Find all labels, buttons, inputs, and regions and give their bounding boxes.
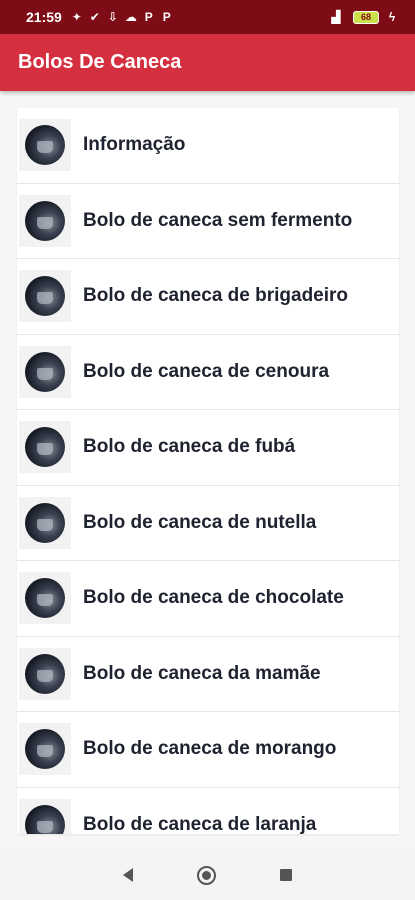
check-badge-icon: ✔	[89, 10, 100, 24]
battery-icon: 68	[353, 10, 379, 24]
list-item-label: Bolo de caneca de cenoura	[83, 360, 330, 382]
list-item[interactable]: Bolo de caneca de laranja	[17, 788, 399, 834]
home-icon[interactable]	[197, 865, 216, 885]
mug-cake-icon	[25, 653, 65, 694]
app-bar: Bolos De Caneca	[0, 34, 415, 91]
item-thumbnail	[19, 119, 71, 172]
item-thumbnail	[19, 496, 71, 549]
list-item[interactable]: Bolo de caneca de brigadeiro	[17, 259, 399, 335]
list-item[interactable]: Bolo de caneca sem fermento	[17, 184, 399, 259]
status-right: ▟ 68 ϟ	[329, 10, 403, 24]
list-item-label: Bolo de caneca de brigadeiro	[83, 285, 349, 307]
item-thumbnail	[19, 345, 71, 398]
system-nav-bar	[0, 850, 415, 900]
p-app-icon: P	[162, 10, 171, 24]
download-icon: ⇩	[107, 10, 118, 24]
list-item-label: Bolo de caneca de nutella	[83, 511, 317, 533]
list-item[interactable]: Bolo de caneca de chocolate	[17, 561, 399, 637]
app-title: Bolos De Caneca	[18, 51, 182, 73]
mug-cake-icon	[25, 200, 65, 241]
mug-cake-icon	[25, 276, 65, 317]
list-item[interactable]: Bolo de caneca da mamãe	[17, 637, 399, 712]
list-item-label: Bolo de caneca de chocolate	[83, 587, 344, 609]
p-app-icon: P	[144, 10, 153, 24]
list-item-label: Bolo de caneca da mamãe	[83, 662, 321, 684]
charging-icon: ϟ	[388, 10, 396, 24]
mug-cake-icon	[25, 502, 65, 543]
item-thumbnail	[19, 572, 71, 625]
list-item-label: Bolo de caneca de laranja	[83, 813, 317, 834]
list-item-label: Bolo de caneca de fubá	[83, 436, 296, 458]
item-thumbnail	[19, 194, 71, 247]
list-item[interactable]: Bolo de caneca de morango	[17, 712, 399, 788]
item-thumbnail	[19, 270, 71, 323]
signal-icon: ▟	[331, 10, 341, 24]
mug-cake-icon	[25, 351, 65, 392]
status-time: 21:59	[26, 9, 62, 25]
list-item[interactable]: Bolo de caneca de cenoura	[17, 335, 399, 410]
item-thumbnail	[19, 798, 71, 834]
list-item-label: Bolo de caneca sem fermento	[83, 209, 353, 231]
list-item-label: Informação	[83, 134, 186, 156]
recent-apps-icon[interactable]	[280, 869, 292, 881]
status-bar: 21:59 ✦ ✔ ⇩ ☁ P P ▟ 68 ϟ	[0, 0, 415, 34]
mug-cake-icon	[25, 427, 65, 468]
mug-cake-icon	[25, 578, 65, 619]
app-notification-icon: ✦	[71, 10, 82, 24]
item-thumbnail	[19, 723, 71, 776]
cloud-icon: ☁	[124, 10, 137, 24]
list-item[interactable]: Bolo de caneca de nutella	[17, 486, 399, 561]
item-thumbnail	[19, 647, 71, 700]
recipe-list[interactable]: Informação Bolo de caneca sem fermento B…	[17, 108, 399, 834]
back-icon[interactable]	[123, 868, 133, 882]
mug-cake-icon	[25, 125, 65, 166]
list-item-label: Bolo de caneca de morango	[83, 738, 337, 760]
list-item[interactable]: Informação	[17, 108, 399, 184]
mug-cake-icon	[25, 804, 65, 834]
mug-cake-icon	[25, 729, 65, 770]
item-thumbnail	[19, 421, 71, 474]
list-item[interactable]: Bolo de caneca de fubá	[17, 410, 399, 486]
